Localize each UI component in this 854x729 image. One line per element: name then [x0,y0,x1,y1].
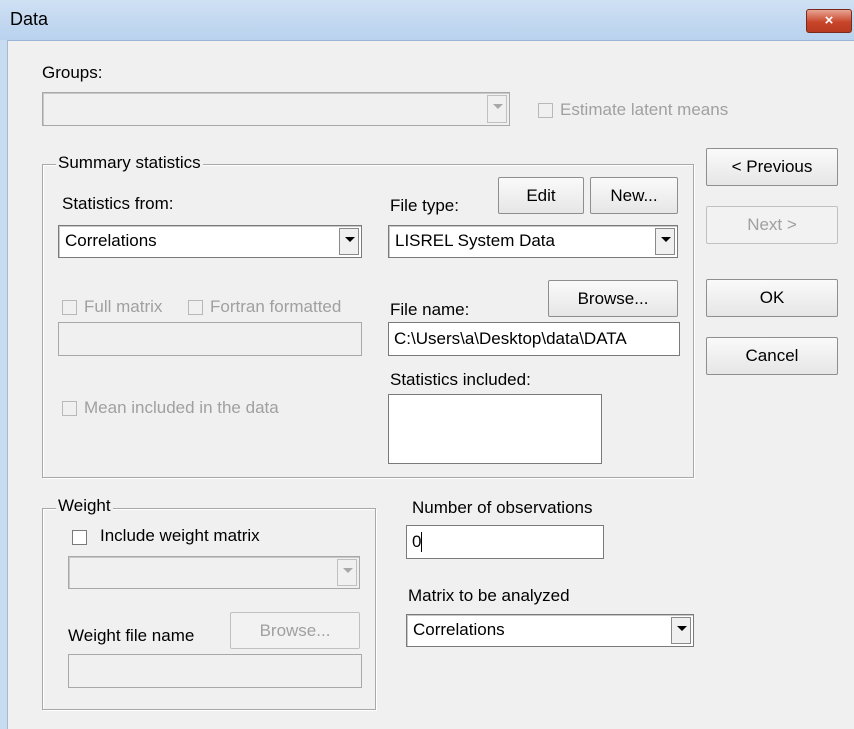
fortran-formatted-checkbox[interactable] [188,300,203,315]
browse-button[interactable]: Browse... [548,280,678,317]
fortran-formatted-label: Fortran formatted [210,297,342,316]
chevron-down-icon [655,228,675,255]
include-weight-matrix-checkbox[interactable] [72,530,87,545]
close-button[interactable]: × [806,9,852,33]
statistics-included-label: Statistics included: [390,370,531,389]
file-name-label: File name: [390,300,470,319]
number-of-observations-label: Number of observations [412,498,593,517]
close-icon: × [824,12,834,29]
groups-select[interactable] [42,92,510,126]
window-frame-border [7,40,8,729]
ok-button[interactable]: OK [706,279,838,317]
file-type-label: File type: [390,196,459,215]
matrix-to-be-analyzed-select[interactable]: Correlations [406,614,694,647]
format-input[interactable] [58,322,362,356]
chevron-down-icon [671,617,691,644]
weight-browse-button[interactable]: Browse... [230,612,360,649]
summary-statistics-legend: Summary statistics [56,153,203,173]
weight-file-name-input[interactable] [68,654,362,688]
next-button[interactable]: Next > [706,206,838,244]
mean-included-label: Mean included in the data [84,398,279,417]
chevron-down-icon [339,228,359,255]
full-matrix-label: Full matrix [84,297,163,316]
file-name-input[interactable]: C:\Users\a\Desktop\data\DATA [388,322,680,356]
estimate-latent-means-label: Estimate latent means [560,100,729,119]
window-title: Data [10,9,49,29]
statistics-included-list[interactable] [388,394,602,464]
groups-label: Groups: [42,63,103,82]
matrix-to-be-analyzed-label: Matrix to be analyzed [408,586,570,605]
text-caret [421,532,422,552]
mean-included-checkbox[interactable] [62,401,77,416]
statistics-from-label: Statistics from: [62,194,174,213]
file-type-value: LISREL System Data [395,231,555,250]
cancel-button[interactable]: Cancel [706,337,838,375]
chevron-down-icon [487,95,507,123]
matrix-to-be-analyzed-value: Correlations [413,620,505,639]
chevron-down-icon [337,559,357,586]
weight-matrix-select[interactable] [68,556,360,589]
file-name-value: C:\Users\a\Desktop\data\DATA [394,329,627,348]
previous-button[interactable]: < Previous [706,148,838,186]
title-bar [0,0,854,41]
include-weight-matrix-label: Include weight matrix [100,526,260,545]
weight-legend: Weight [56,496,113,516]
number-of-observations-input[interactable]: 0 [406,525,604,559]
estimate-latent-means-checkbox[interactable] [538,103,553,118]
file-type-select[interactable]: LISREL System Data [388,225,678,258]
edit-button[interactable]: Edit [498,177,584,214]
new-button[interactable]: New... [590,177,678,214]
weight-file-name-label: Weight file name [68,626,195,645]
statistics-from-select[interactable]: Correlations [58,225,362,258]
full-matrix-checkbox[interactable] [62,300,77,315]
window-frame [0,40,7,729]
statistics-from-value: Correlations [65,231,157,250]
